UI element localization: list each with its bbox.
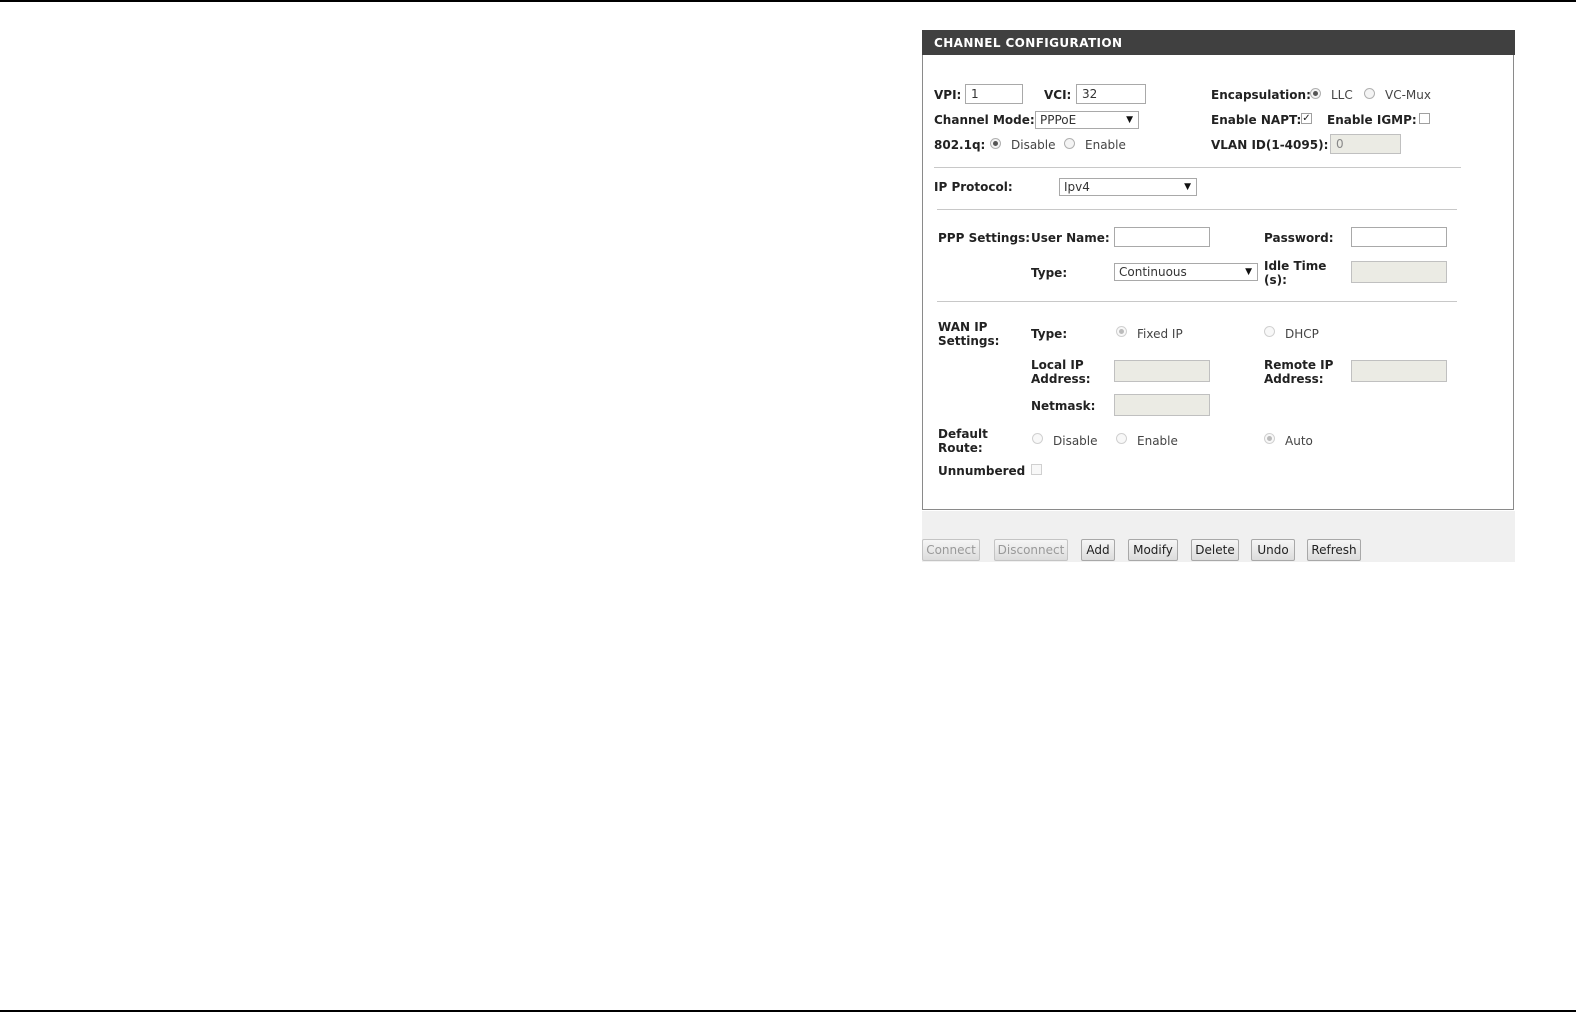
enable-igmp-label: Enable IGMP: [1327, 113, 1417, 127]
top-border [0, 0, 1576, 2]
vlan-id-input[interactable]: 0 [1330, 134, 1401, 154]
default-route-disable-radio[interactable] [1032, 433, 1043, 444]
ppp-type-select[interactable]: Continuous ▼ [1114, 263, 1258, 281]
encapsulation-llc-radio[interactable] [1310, 88, 1321, 99]
ip-protocol-select[interactable]: Ipv4 ▼ [1059, 178, 1197, 196]
ppp-password-input[interactable] [1351, 227, 1447, 247]
disconnect-button[interactable]: Disconnect [994, 539, 1068, 561]
ppp-username-input[interactable] [1114, 227, 1210, 247]
idle-time-label: Idle Time (s): [1264, 259, 1327, 287]
unnumbered-checkbox[interactable] [1031, 464, 1042, 475]
default-route-auto-label: Auto [1285, 434, 1313, 448]
chevron-down-icon: ▼ [1245, 267, 1252, 277]
chevron-down-icon: ▼ [1126, 115, 1133, 125]
default-route-label: Default Route: [938, 427, 988, 455]
modify-button[interactable]: Modify [1128, 539, 1178, 561]
vci-input[interactable]: 32 [1076, 84, 1146, 104]
remote-ip-label: Remote IP Address: [1264, 358, 1334, 386]
divider [934, 167, 1461, 168]
remote-ip-input[interactable] [1351, 360, 1447, 382]
netmask-input[interactable] [1114, 394, 1210, 416]
dot1q-disable-label: Disable [1011, 138, 1056, 152]
channel-mode-select[interactable]: PPPoE ▼ [1035, 111, 1139, 129]
wan-fixed-ip-label: Fixed IP [1137, 327, 1183, 341]
dot1q-enable-radio[interactable] [1064, 138, 1075, 149]
vci-label: VCI: [1044, 88, 1072, 102]
vpi-input[interactable]: 1 [965, 84, 1023, 104]
enable-napt-checkbox[interactable]: ✓ [1301, 113, 1312, 124]
wan-type-label: Type: [1031, 327, 1068, 341]
encapsulation-llc-label: LLC [1331, 88, 1353, 102]
encapsulation-vcmux-radio[interactable] [1364, 88, 1375, 99]
netmask-label: Netmask: [1031, 399, 1096, 413]
unnumbered-label: Unnumbered [938, 464, 1026, 478]
channel-mode-label: Channel Mode: [934, 113, 1035, 127]
chevron-down-icon: ▼ [1184, 182, 1191, 192]
default-route-auto-radio[interactable] [1264, 433, 1275, 444]
ip-protocol-value: Ipv4 [1064, 180, 1090, 194]
vlan-id-label: VLAN ID(1-4095): [1211, 138, 1329, 152]
default-route-enable-label: Enable [1137, 434, 1178, 448]
idle-time-input[interactable] [1351, 261, 1447, 283]
default-route-enable-radio[interactable] [1116, 433, 1127, 444]
bottom-border [0, 1010, 1576, 1012]
wan-dhcp-radio[interactable] [1264, 326, 1275, 337]
dot1q-enable-label: Enable [1085, 138, 1126, 152]
divider [937, 209, 1457, 210]
connect-button[interactable]: Connect [922, 539, 980, 561]
ip-protocol-label: IP Protocol: [934, 180, 1013, 194]
wan-ip-settings-label: WAN IP Settings: [938, 320, 1000, 348]
divider [937, 301, 1457, 302]
delete-button[interactable]: Delete [1191, 539, 1239, 561]
wan-fixed-ip-radio[interactable] [1116, 326, 1127, 337]
ppp-password-label: Password: [1264, 231, 1334, 245]
local-ip-input[interactable] [1114, 360, 1210, 382]
channel-mode-value: PPPoE [1040, 113, 1077, 127]
ppp-settings-label: PPP Settings: [938, 231, 1031, 245]
wan-dhcp-label: DHCP [1285, 327, 1319, 341]
undo-button[interactable]: Undo [1251, 539, 1295, 561]
enable-igmp-checkbox[interactable] [1419, 113, 1430, 124]
panel-title: CHANNEL CONFIGURATION [922, 30, 1515, 55]
dot1q-label: 802.1q: [934, 138, 986, 152]
ppp-username-label: User Name: [1031, 231, 1110, 245]
local-ip-label: Local IP Address: [1031, 358, 1091, 386]
dot1q-disable-radio[interactable] [990, 138, 1001, 149]
ppp-type-value: Continuous [1119, 265, 1187, 279]
encapsulation-vcmux-label: VC-Mux [1385, 88, 1431, 102]
add-button[interactable]: Add [1081, 539, 1115, 561]
enable-napt-label: Enable NAPT: [1211, 113, 1302, 127]
vpi-label: VPI: [934, 88, 962, 102]
ppp-type-label: Type: [1031, 266, 1068, 280]
encapsulation-label: Encapsulation: [1211, 88, 1311, 102]
default-route-disable-label: Disable [1053, 434, 1098, 448]
refresh-button[interactable]: Refresh [1307, 539, 1361, 561]
